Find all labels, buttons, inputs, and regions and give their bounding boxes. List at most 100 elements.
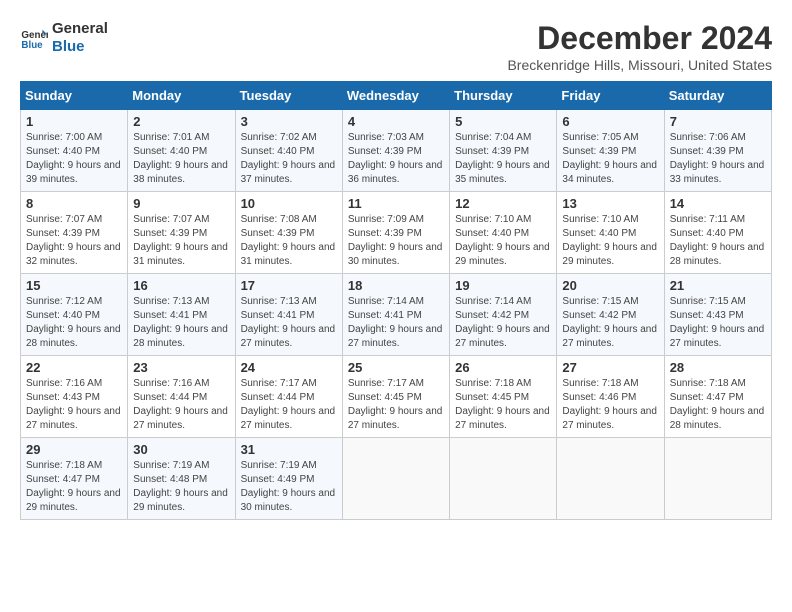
day-info: Sunrise: 7:10 AM Sunset: 4:40 PM Dayligh…	[455, 213, 551, 269]
calendar-cell: 11 Sunrise: 7:09 AM Sunset: 4:39 PM Dayl…	[342, 192, 449, 274]
logo: General Blue General Blue	[20, 20, 108, 56]
day-info: Sunrise: 7:18 AM Sunset: 4:47 PM Dayligh…	[26, 459, 122, 515]
calendar-cell: 12 Sunrise: 7:10 AM Sunset: 4:40 PM Dayl…	[450, 192, 557, 274]
weekday-header-friday: Friday	[557, 82, 664, 110]
day-info: Sunrise: 7:14 AM Sunset: 4:41 PM Dayligh…	[348, 295, 444, 351]
calendar-cell: 10 Sunrise: 7:08 AM Sunset: 4:39 PM Dayl…	[235, 192, 342, 274]
day-info: Sunrise: 7:03 AM Sunset: 4:39 PM Dayligh…	[348, 131, 444, 187]
calendar-cell: 22 Sunrise: 7:16 AM Sunset: 4:43 PM Dayl…	[21, 356, 128, 438]
day-info: Sunrise: 7:08 AM Sunset: 4:39 PM Dayligh…	[241, 213, 337, 269]
day-number: 11	[348, 196, 444, 211]
day-info: Sunrise: 7:15 AM Sunset: 4:42 PM Dayligh…	[562, 295, 658, 351]
calendar-cell: 30 Sunrise: 7:19 AM Sunset: 4:48 PM Dayl…	[128, 438, 235, 520]
calendar-cell: 17 Sunrise: 7:13 AM Sunset: 4:41 PM Dayl…	[235, 274, 342, 356]
day-number: 18	[348, 278, 444, 293]
day-info: Sunrise: 7:15 AM Sunset: 4:43 PM Dayligh…	[670, 295, 766, 351]
header: General Blue General Blue December 2024 …	[20, 20, 772, 73]
day-number: 13	[562, 196, 658, 211]
calendar-cell	[664, 438, 771, 520]
day-number: 21	[670, 278, 766, 293]
weekday-header-thursday: Thursday	[450, 82, 557, 110]
weekday-header-wednesday: Wednesday	[342, 82, 449, 110]
svg-text:Blue: Blue	[21, 40, 43, 51]
calendar-cell	[342, 438, 449, 520]
weekday-header-tuesday: Tuesday	[235, 82, 342, 110]
day-number: 2	[133, 114, 229, 129]
day-info: Sunrise: 7:14 AM Sunset: 4:42 PM Dayligh…	[455, 295, 551, 351]
calendar-cell: 21 Sunrise: 7:15 AM Sunset: 4:43 PM Dayl…	[664, 274, 771, 356]
calendar-cell: 6 Sunrise: 7:05 AM Sunset: 4:39 PM Dayli…	[557, 110, 664, 192]
day-info: Sunrise: 7:00 AM Sunset: 4:40 PM Dayligh…	[26, 131, 122, 187]
title-area: December 2024 Breckenridge Hills, Missou…	[507, 20, 772, 73]
day-number: 5	[455, 114, 551, 129]
calendar-cell: 3 Sunrise: 7:02 AM Sunset: 4:40 PM Dayli…	[235, 110, 342, 192]
day-info: Sunrise: 7:02 AM Sunset: 4:40 PM Dayligh…	[241, 131, 337, 187]
day-number: 25	[348, 360, 444, 375]
logo-general: General	[52, 20, 108, 38]
calendar-cell: 16 Sunrise: 7:13 AM Sunset: 4:41 PM Dayl…	[128, 274, 235, 356]
day-info: Sunrise: 7:07 AM Sunset: 4:39 PM Dayligh…	[133, 213, 229, 269]
calendar-cell: 26 Sunrise: 7:18 AM Sunset: 4:45 PM Dayl…	[450, 356, 557, 438]
day-info: Sunrise: 7:16 AM Sunset: 4:43 PM Dayligh…	[26, 377, 122, 433]
weekday-header-sunday: Sunday	[21, 82, 128, 110]
calendar-week-3: 15 Sunrise: 7:12 AM Sunset: 4:40 PM Dayl…	[21, 274, 772, 356]
calendar-week-4: 22 Sunrise: 7:16 AM Sunset: 4:43 PM Dayl…	[21, 356, 772, 438]
day-number: 26	[455, 360, 551, 375]
day-info: Sunrise: 7:07 AM Sunset: 4:39 PM Dayligh…	[26, 213, 122, 269]
calendar-cell	[450, 438, 557, 520]
day-number: 22	[26, 360, 122, 375]
day-number: 28	[670, 360, 766, 375]
logo-icon: General Blue	[20, 24, 48, 52]
day-info: Sunrise: 7:05 AM Sunset: 4:39 PM Dayligh…	[562, 131, 658, 187]
day-number: 4	[348, 114, 444, 129]
day-number: 8	[26, 196, 122, 211]
day-info: Sunrise: 7:18 AM Sunset: 4:45 PM Dayligh…	[455, 377, 551, 433]
day-info: Sunrise: 7:19 AM Sunset: 4:49 PM Dayligh…	[241, 459, 337, 515]
calendar-cell: 28 Sunrise: 7:18 AM Sunset: 4:47 PM Dayl…	[664, 356, 771, 438]
calendar-cell	[557, 438, 664, 520]
day-number: 19	[455, 278, 551, 293]
day-number: 1	[26, 114, 122, 129]
day-info: Sunrise: 7:16 AM Sunset: 4:44 PM Dayligh…	[133, 377, 229, 433]
day-info: Sunrise: 7:11 AM Sunset: 4:40 PM Dayligh…	[670, 213, 766, 269]
calendar-cell: 9 Sunrise: 7:07 AM Sunset: 4:39 PM Dayli…	[128, 192, 235, 274]
calendar-cell: 7 Sunrise: 7:06 AM Sunset: 4:39 PM Dayli…	[664, 110, 771, 192]
day-number: 7	[670, 114, 766, 129]
day-info: Sunrise: 7:10 AM Sunset: 4:40 PM Dayligh…	[562, 213, 658, 269]
day-number: 24	[241, 360, 337, 375]
calendar-cell: 1 Sunrise: 7:00 AM Sunset: 4:40 PM Dayli…	[21, 110, 128, 192]
day-number: 12	[455, 196, 551, 211]
day-info: Sunrise: 7:12 AM Sunset: 4:40 PM Dayligh…	[26, 295, 122, 351]
day-info: Sunrise: 7:01 AM Sunset: 4:40 PM Dayligh…	[133, 131, 229, 187]
calendar-cell: 8 Sunrise: 7:07 AM Sunset: 4:39 PM Dayli…	[21, 192, 128, 274]
day-info: Sunrise: 7:17 AM Sunset: 4:44 PM Dayligh…	[241, 377, 337, 433]
calendar-week-1: 1 Sunrise: 7:00 AM Sunset: 4:40 PM Dayli…	[21, 110, 772, 192]
day-info: Sunrise: 7:06 AM Sunset: 4:39 PM Dayligh…	[670, 131, 766, 187]
calendar: SundayMondayTuesdayWednesdayThursdayFrid…	[20, 81, 772, 520]
day-info: Sunrise: 7:17 AM Sunset: 4:45 PM Dayligh…	[348, 377, 444, 433]
day-info: Sunrise: 7:09 AM Sunset: 4:39 PM Dayligh…	[348, 213, 444, 269]
day-number: 27	[562, 360, 658, 375]
weekday-header-saturday: Saturday	[664, 82, 771, 110]
day-info: Sunrise: 7:13 AM Sunset: 4:41 PM Dayligh…	[133, 295, 229, 351]
calendar-cell: 15 Sunrise: 7:12 AM Sunset: 4:40 PM Dayl…	[21, 274, 128, 356]
calendar-cell: 31 Sunrise: 7:19 AM Sunset: 4:49 PM Dayl…	[235, 438, 342, 520]
subtitle: Breckenridge Hills, Missouri, United Sta…	[507, 57, 772, 73]
calendar-cell: 27 Sunrise: 7:18 AM Sunset: 4:46 PM Dayl…	[557, 356, 664, 438]
logo-blue: Blue	[52, 38, 108, 56]
calendar-cell: 19 Sunrise: 7:14 AM Sunset: 4:42 PM Dayl…	[450, 274, 557, 356]
day-number: 16	[133, 278, 229, 293]
day-number: 23	[133, 360, 229, 375]
day-number: 20	[562, 278, 658, 293]
calendar-cell: 18 Sunrise: 7:14 AM Sunset: 4:41 PM Dayl…	[342, 274, 449, 356]
calendar-cell: 29 Sunrise: 7:18 AM Sunset: 4:47 PM Dayl…	[21, 438, 128, 520]
calendar-cell: 14 Sunrise: 7:11 AM Sunset: 4:40 PM Dayl…	[664, 192, 771, 274]
day-info: Sunrise: 7:18 AM Sunset: 4:47 PM Dayligh…	[670, 377, 766, 433]
calendar-week-5: 29 Sunrise: 7:18 AM Sunset: 4:47 PM Dayl…	[21, 438, 772, 520]
day-info: Sunrise: 7:13 AM Sunset: 4:41 PM Dayligh…	[241, 295, 337, 351]
calendar-cell: 2 Sunrise: 7:01 AM Sunset: 4:40 PM Dayli…	[128, 110, 235, 192]
calendar-cell: 13 Sunrise: 7:10 AM Sunset: 4:40 PM Dayl…	[557, 192, 664, 274]
weekday-header-monday: Monday	[128, 82, 235, 110]
day-info: Sunrise: 7:19 AM Sunset: 4:48 PM Dayligh…	[133, 459, 229, 515]
day-number: 30	[133, 442, 229, 457]
